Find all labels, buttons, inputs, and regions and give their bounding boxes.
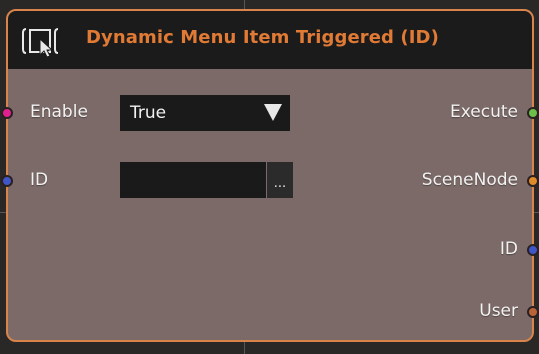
enable-label: Enable	[30, 102, 88, 122]
dropdown-arrow-icon	[264, 104, 282, 121]
scenenode-output-pin[interactable]	[527, 175, 539, 187]
user-label: User	[479, 301, 518, 321]
browse-button[interactable]: ...	[267, 162, 293, 198]
graph-canvas[interactable]: Dynamic Menu Item Triggered (ID) Enable …	[0, 0, 539, 354]
menu-cursor-icon	[22, 28, 59, 57]
id-output-label: ID	[499, 239, 518, 259]
node-body: Enable True ID ... Execute SceneNode ID …	[1, 69, 539, 340]
enable-input-pin[interactable]	[1, 107, 13, 119]
id-input-label: ID	[30, 170, 49, 190]
scenenode-label: SceneNode	[421, 170, 518, 190]
execute-output-pin[interactable]	[527, 107, 539, 119]
event-node[interactable]: Dynamic Menu Item Triggered (ID) Enable …	[1, 9, 539, 342]
enable-dropdown[interactable]: True	[120, 95, 290, 131]
enable-dropdown-value: True	[130, 103, 167, 123]
execute-label: Execute	[450, 102, 518, 122]
id-input-field[interactable]	[120, 162, 266, 198]
node-header[interactable]: Dynamic Menu Item Triggered (ID)	[8, 11, 532, 69]
id-input-pin[interactable]	[1, 175, 13, 187]
node-title: Dynamic Menu Item Triggered (ID)	[86, 27, 439, 48]
user-output-pin[interactable]	[527, 306, 539, 318]
id-output-pin[interactable]	[527, 244, 539, 256]
